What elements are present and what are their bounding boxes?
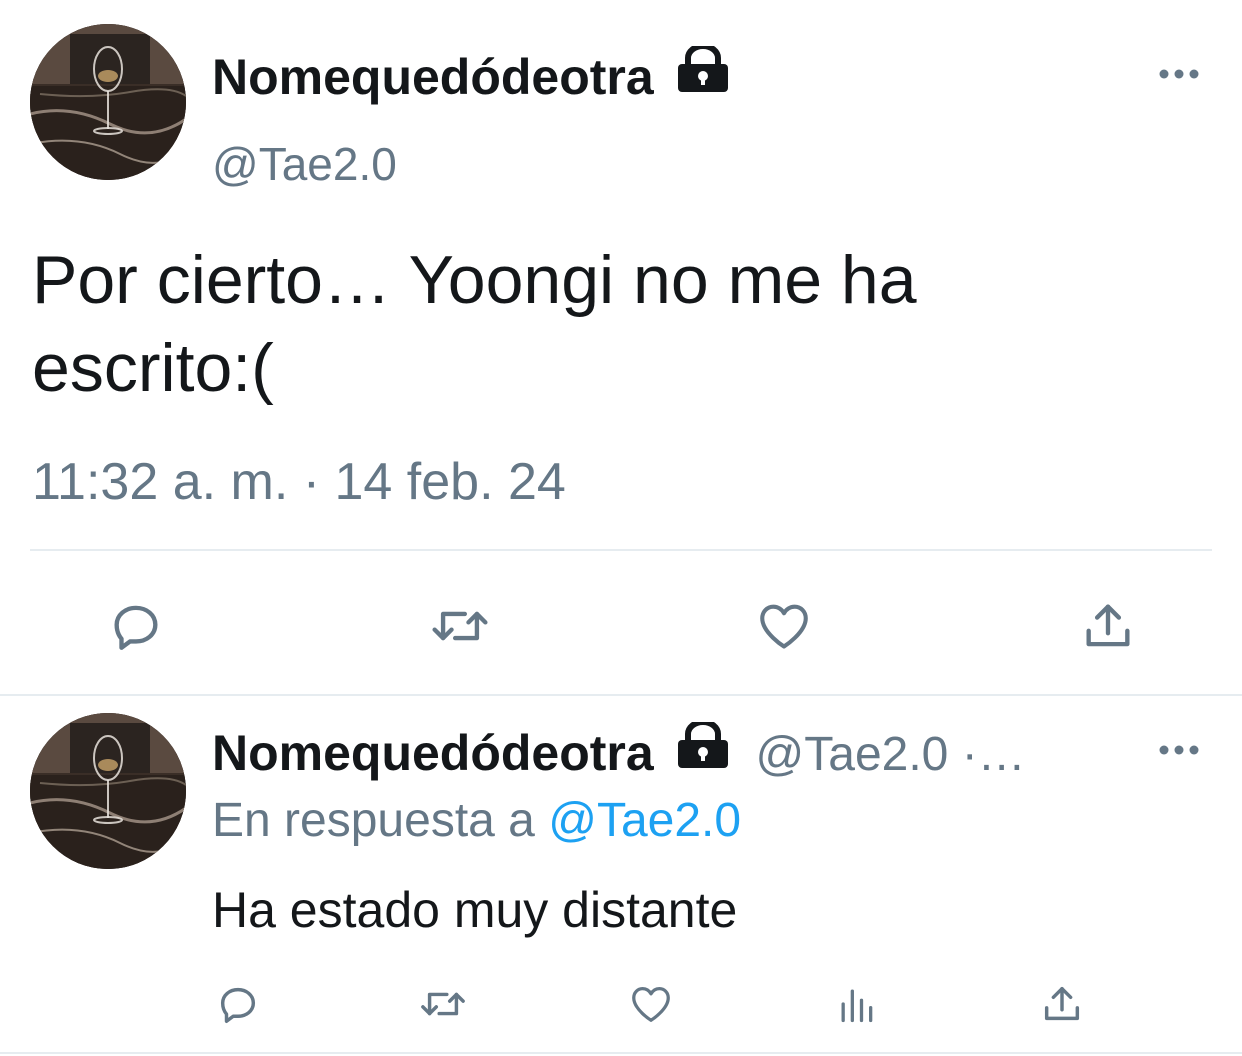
- more-options-icon[interactable]: [1156, 66, 1202, 82]
- author-name-text: Nomequedódeotra: [212, 49, 654, 105]
- tweet-timestamp[interactable]: 11:32 a. m. · 14 feb. 24: [32, 452, 566, 512]
- like-button[interactable]: [748, 590, 820, 662]
- reply-button[interactable]: [212, 976, 264, 1032]
- avatar-image: [30, 713, 186, 869]
- retweet-icon: [432, 611, 488, 641]
- author-name[interactable]: Nomequedódeotra: [212, 46, 730, 107]
- lock-icon: [677, 46, 728, 92]
- reply-context: En respuesta a @Tae2.0: [212, 792, 741, 850]
- avatar-image: [30, 24, 186, 180]
- reply-tweet-text: Ha estado muy distante: [212, 882, 738, 938]
- reply-author-name[interactable]: Nomequedódeotra @Tae2.0 ·…: [212, 722, 1026, 785]
- reply-icon: [220, 987, 256, 1023]
- tweet-text: Por cierto… Yoongi no me ha escrito:(: [32, 242, 917, 406]
- author-handle[interactable]: @Tae2.0: [212, 137, 397, 191]
- share-icon: [1086, 604, 1130, 647]
- share-button[interactable]: [1036, 976, 1088, 1032]
- analytics-button[interactable]: [830, 976, 882, 1032]
- divider: [0, 694, 1242, 696]
- like-icon: [760, 604, 808, 649]
- author-avatar[interactable]: [30, 24, 186, 180]
- reply-prefix: En respuesta a: [212, 794, 535, 847]
- divider: [30, 549, 1212, 551]
- reply-icon: [114, 605, 158, 650]
- retweet-icon: [421, 992, 465, 1016]
- reply-mention-link[interactable]: @Tae2.0: [548, 794, 741, 847]
- like-button[interactable]: [624, 976, 678, 1032]
- analytics-icon: [841, 989, 873, 1023]
- more-options-icon[interactable]: [1156, 742, 1202, 758]
- retweet-button[interactable]: [422, 590, 498, 662]
- reply-button[interactable]: [100, 590, 172, 662]
- reply-author-handle-time[interactable]: @Tae2.0 ·…: [756, 728, 1026, 781]
- reply-author-avatar[interactable]: [30, 713, 186, 869]
- like-icon: [632, 987, 670, 1022]
- lock-icon: [677, 722, 728, 768]
- divider: [0, 1052, 1242, 1054]
- reply-author-name-text: Nomequedódeotra: [212, 725, 654, 781]
- retweet-button[interactable]: [412, 976, 474, 1032]
- share-button[interactable]: [1072, 590, 1144, 662]
- share-icon: [1044, 986, 1080, 1021]
